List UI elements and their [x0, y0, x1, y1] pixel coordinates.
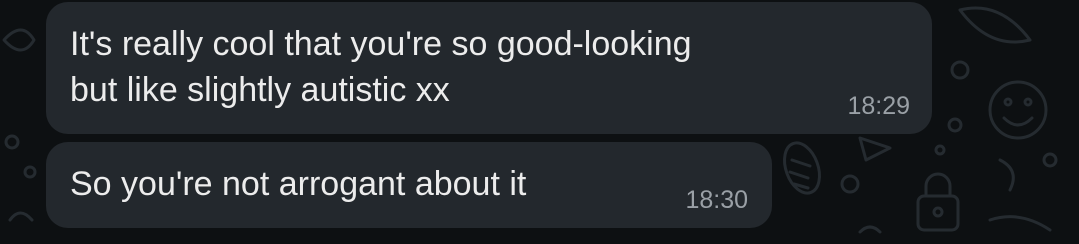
message-line: So you're not arrogant about it	[70, 165, 527, 203]
chat-area[interactable]: It's really cool that you're so good-loo…	[0, 0, 1079, 244]
message-line: It's really cool that you're so good-loo…	[70, 25, 692, 63]
message-timestamp: 18:29	[847, 92, 910, 120]
message-timestamp: 18:30	[685, 186, 748, 214]
message-bubble[interactable]: It's really cool that you're so good-loo…	[46, 2, 932, 134]
message-text: It's really cool that you're so good-loo…	[70, 21, 692, 113]
message-bubble[interactable]: So you're not arrogant about it 18:30	[46, 142, 772, 228]
message-text: So you're not arrogant about it	[70, 161, 526, 207]
message-line: but like slightly autistic xx	[70, 71, 450, 109]
